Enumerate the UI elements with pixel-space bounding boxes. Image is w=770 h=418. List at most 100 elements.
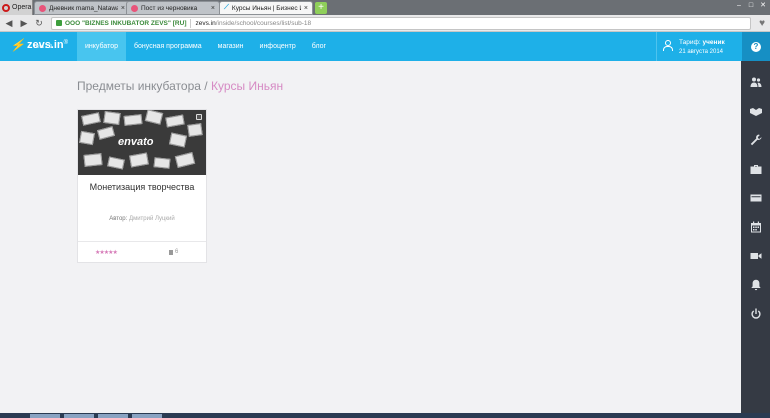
thumbnail-tile	[187, 123, 203, 137]
thumbnail-tile	[107, 156, 125, 170]
nav-item-blog[interactable]: блог	[304, 32, 334, 61]
nav-item-shop[interactable]: магазин	[210, 32, 252, 61]
taskbar-button[interactable]	[64, 414, 94, 418]
wrench-icon	[750, 134, 761, 145]
url-host: zevs.in	[195, 19, 216, 27]
sidebar-item-portfolio[interactable]	[741, 154, 770, 183]
opera-menu-button[interactable]: Opera	[0, 0, 33, 15]
nav-item-bonus-program[interactable]: бонусная программа	[126, 32, 210, 61]
taskbar-button[interactable]	[98, 414, 128, 418]
back-icon[interactable]: ◀	[3, 18, 15, 29]
thumbnail-tile	[81, 112, 101, 126]
lock-icon	[196, 114, 202, 120]
address-bar: ◀ ▶ ↻ ООО "BIZNES INKUBATOR ZEVS" [RU] z…	[0, 15, 770, 32]
sidebar-item-video[interactable]	[741, 241, 770, 270]
breadcrumb-parent[interactable]: Предметы инкубатора	[77, 79, 201, 93]
zevs-favicon-icon: ⟋	[224, 4, 229, 11]
tab-title: Курсы Иньян | Бизнес Ин	[231, 4, 301, 12]
course-image[interactable]: envato	[78, 110, 206, 175]
minimize-icon[interactable]: –	[734, 1, 744, 11]
rating-stars: ★★★★★	[95, 250, 118, 256]
os-taskbar	[0, 413, 770, 418]
tariff-label: Тариф:	[679, 39, 701, 46]
tab-title: Дневник mama_Natawa	[49, 4, 118, 12]
sidebar-item-calendar[interactable]	[741, 212, 770, 241]
diary-favicon-icon	[39, 4, 46, 12]
breadcrumb: Предметы инкубатора / Курсы Иньян	[77, 79, 283, 93]
logo-registered: ®	[63, 40, 69, 46]
power-icon	[750, 308, 761, 319]
maximize-icon[interactable]: □	[746, 1, 756, 11]
course-card-footer: ★★★★★ 6	[78, 241, 206, 263]
reload-icon[interactable]: ↻	[33, 18, 45, 29]
logo-beta: beta 2.0	[34, 44, 53, 50]
browser-tab-1[interactable]: Дневник mama_Natawa ×	[34, 1, 130, 15]
handshake-icon	[749, 107, 762, 116]
thumbnail-tile	[174, 152, 196, 168]
author-name[interactable]: Дмитрий Луцкий	[129, 216, 175, 222]
diary-favicon-icon	[131, 4, 138, 12]
sidebar-item-users[interactable]	[741, 67, 770, 96]
close-window-icon[interactable]: ✕	[758, 1, 768, 11]
sidebar-item-partners[interactable]	[741, 96, 770, 125]
user-panel[interactable]: Тариф: ученик 21 августа 2014	[656, 32, 742, 61]
taskbar-button[interactable]	[30, 414, 60, 418]
opera-logo-icon	[2, 3, 10, 12]
url-input[interactable]: ООО "BIZNES INKUBATOR ZEVS" [RU] zevs.in…	[51, 16, 751, 30]
video-icon	[750, 252, 761, 259]
lessons-count-value: 6	[175, 249, 179, 255]
close-icon[interactable]: ×	[304, 5, 308, 12]
thumbnail-tile	[144, 110, 164, 125]
browser-tab-3[interactable]: ⟋ Курсы Иньян | Бизнес Ин ×	[219, 1, 313, 15]
close-icon[interactable]: ×	[211, 5, 215, 12]
author-label: Автор:	[109, 216, 128, 222]
forward-icon[interactable]: ▶	[18, 18, 30, 29]
briefcase-icon	[750, 164, 761, 174]
nav-item-infocenter[interactable]: инфоцентр	[252, 32, 304, 61]
image-brand-text: envato	[118, 136, 154, 148]
browser-tab-bar: Opera Дневник mama_Natawa × Пост из черн…	[0, 0, 770, 15]
user-icon	[663, 40, 673, 51]
divider	[190, 18, 192, 28]
nav-item-incubator[interactable]: инкубатор	[77, 32, 126, 61]
users-icon	[750, 77, 761, 87]
main-nav: инкубатор бонусная программа магазин инф…	[77, 32, 334, 61]
thumbnail-tile	[103, 110, 121, 126]
right-sidebar	[741, 61, 770, 413]
tariff-value: ученик	[702, 39, 725, 46]
zevs-lightning-icon: ⚡	[10, 38, 25, 52]
thumbnail-tile	[165, 114, 185, 128]
sidebar-item-tools[interactable]	[741, 125, 770, 154]
window-controls: – □ ✕	[734, 1, 768, 11]
browser-tab-2[interactable]: Пост из черновика ×	[126, 1, 220, 15]
url-path: /inside/school/courses/list/sub-18	[215, 19, 312, 27]
close-icon[interactable]: ×	[121, 5, 125, 12]
thumbnail-tile	[153, 157, 171, 169]
taskbar-button[interactable]	[132, 414, 162, 418]
sidebar-item-logout[interactable]	[741, 299, 770, 328]
thumbnail-tile	[123, 114, 143, 126]
opera-label: Opera	[12, 4, 32, 11]
help-button[interactable]: ?	[742, 32, 770, 61]
thumbnail-tile	[83, 153, 103, 167]
course-title[interactable]: Монетизация творчества	[78, 182, 206, 192]
course-card[interactable]: envato Монетизация творчества Автор: Дми…	[77, 109, 207, 263]
breadcrumb-separator: /	[204, 79, 208, 93]
calendar-icon	[750, 221, 761, 232]
sidebar-item-payments[interactable]	[741, 183, 770, 212]
bookmark-heart-icon[interactable]: ♥	[759, 18, 765, 29]
card-icon	[750, 194, 761, 201]
certificate-label[interactable]: ООО "BIZNES INKUBATOR ZEVS" [RU]	[65, 20, 186, 27]
new-tab-button[interactable]: +	[315, 2, 327, 14]
lessons-count: 6	[169, 249, 178, 255]
thumbnail-tile	[79, 130, 95, 146]
breadcrumb-current: Курсы Иньян	[210, 79, 284, 93]
course-author: Автор: Дмитрий Луцкий	[78, 216, 206, 222]
document-icon	[169, 249, 173, 255]
thumbnail-tile	[168, 132, 188, 148]
question-icon: ?	[751, 41, 761, 52]
sidebar-item-notifications[interactable]	[741, 270, 770, 299]
tab-title: Пост из черновика	[141, 4, 198, 12]
thumbnail-tile	[96, 126, 116, 140]
tariff: Тариф: ученик	[679, 39, 725, 46]
